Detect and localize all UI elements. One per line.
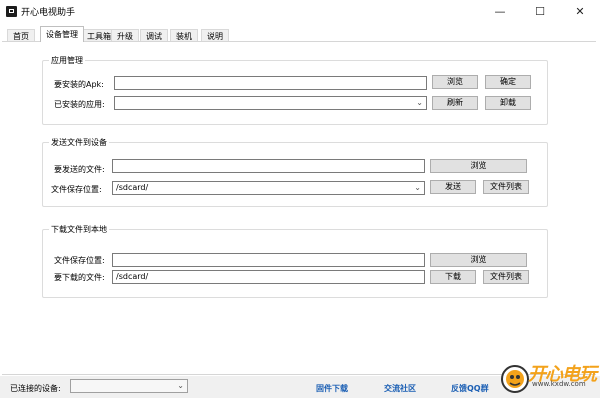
feedback-qq-group-link[interactable]: 反馈QQ群 — [451, 383, 489, 394]
refresh-button[interactable]: 刷新 — [432, 96, 478, 110]
tab-strip: 首页 设备管理 工具箱 升级 调试 装机 说明 — [0, 26, 600, 42]
send-button[interactable]: 发送 — [430, 180, 476, 194]
connected-devices-label: 已连接的设备: — [10, 384, 61, 393]
logo-subtext: www.kxdw.com — [532, 380, 586, 388]
chevron-down-icon: ⌄ — [177, 381, 184, 390]
group-title: 发送文件到设备 — [49, 137, 109, 148]
group-title: 下载文件到本地 — [49, 224, 109, 235]
send-file-label: 要发送的文件: — [54, 165, 105, 174]
device-file-list-button[interactable]: 文件列表 — [483, 180, 529, 194]
download-file-label: 要下载的文件: — [54, 273, 105, 282]
tab-device-management[interactable]: 设备管理 — [40, 26, 84, 42]
close-button[interactable]: ✕ — [560, 0, 600, 24]
install-confirm-button[interactable]: 确定 — [485, 75, 531, 89]
send-files-group: 发送文件到设备 — [42, 137, 548, 207]
installed-apps-label: 已安装的应用: — [54, 100, 105, 109]
download-browse-button[interactable]: 浏览 — [430, 253, 527, 267]
uninstall-button[interactable]: 卸载 — [485, 96, 531, 110]
device-save-location-value: /sdcard/ — [116, 183, 149, 192]
mascot-icon — [501, 365, 529, 393]
window-title: 开心电视助手 — [21, 8, 76, 18]
site-logo: 开心电玩 www.kxdw.com — [498, 360, 598, 396]
download-file-input[interactable]: /sdcard/ — [112, 270, 425, 284]
group-title: 应用管理 — [49, 55, 85, 66]
app-management-group: 应用管理 — [42, 55, 548, 125]
send-file-input[interactable] — [112, 159, 425, 173]
apk-browse-button[interactable]: 浏览 — [432, 75, 478, 89]
connected-devices-select[interactable]: ⌄ — [70, 379, 188, 393]
apk-path-input[interactable] — [114, 76, 427, 90]
local-save-location-input[interactable] — [112, 253, 425, 267]
firmware-download-link[interactable]: 固件下载 — [316, 383, 348, 394]
remote-file-list-button[interactable]: 文件列表 — [483, 270, 529, 284]
community-link[interactable]: 交流社区 — [384, 383, 416, 394]
device-save-location-select[interactable]: /sdcard/ ⌄ — [112, 181, 425, 195]
maximize-button[interactable]: ☐ — [520, 0, 560, 24]
minimize-button[interactable]: — — [480, 0, 520, 24]
local-save-location-label: 文件保存位置: — [54, 256, 105, 265]
installed-apps-select[interactable]: ⌄ — [114, 96, 427, 110]
send-browse-button[interactable]: 浏览 — [430, 159, 527, 173]
chevron-down-icon: ⌄ — [414, 183, 421, 192]
apk-label: 要安装的Apk: — [54, 80, 104, 89]
title-bar: 开心电视助手 — ☐ ✕ — [0, 0, 600, 24]
chevron-down-icon: ⌄ — [416, 98, 423, 107]
app-icon — [6, 6, 17, 17]
download-button[interactable]: 下载 — [430, 270, 476, 284]
save-location-label: 文件保存位置: — [51, 185, 102, 194]
